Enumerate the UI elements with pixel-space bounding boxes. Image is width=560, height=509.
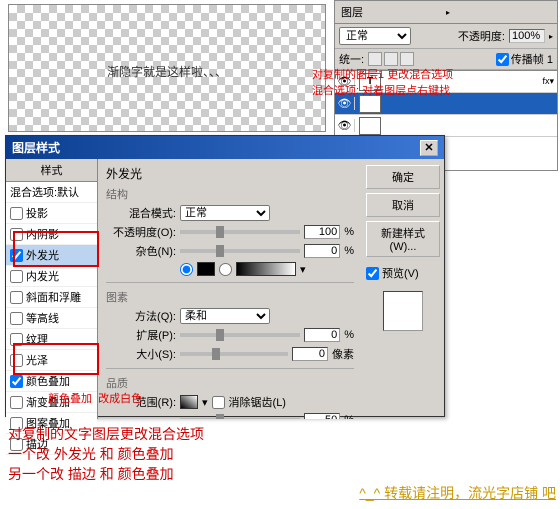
layers-tab[interactable]: 图层▸ (335, 1, 557, 24)
lock-icons[interactable] (368, 52, 414, 66)
annotation: 混合选项: 对着图层点右键找 (312, 82, 450, 98)
propagate-frame[interactable]: 传播帧 1 (496, 51, 553, 67)
style-blend-default[interactable]: 混合选项:默认 (6, 182, 97, 203)
style-drop-shadow[interactable]: 投影 (6, 203, 97, 224)
opacity-slider[interactable] (180, 230, 300, 234)
dialog-titlebar[interactable]: 图层样式 ✕ (6, 136, 444, 159)
visibility-icon[interactable]: 👁 (335, 97, 355, 110)
layer-item[interactable]: 👁 (335, 115, 557, 137)
canvas: 渐隐字就是这样啦、、、 (8, 4, 326, 132)
canvas-text: 渐隐字就是这样啦、、、 (107, 63, 227, 80)
technique-select[interactable]: 柔和 (180, 308, 270, 324)
style-inner-glow[interactable]: 内发光 (6, 266, 97, 287)
noise-input[interactable]: 0 (304, 244, 340, 258)
opacity-value[interactable]: 100% (509, 29, 545, 43)
lock-label: 统一: (339, 51, 364, 67)
new-style-button[interactable]: 新建样式(W)... (366, 221, 440, 257)
instruction-1: 对复制的文字图层更改混合选项 (8, 424, 204, 444)
gradient-swatch[interactable] (236, 262, 296, 276)
preview-swatch (383, 291, 423, 331)
highlight-box (13, 231, 99, 267)
cancel-button[interactable]: 取消 (366, 193, 440, 217)
sub-quality: 品质 (106, 375, 354, 391)
panel-menu-icon[interactable]: ▸ (446, 8, 551, 17)
visibility-icon[interactable]: 👁 (335, 119, 355, 132)
opacity-label: 不透明度: (458, 28, 505, 44)
section-title: 外发光 (106, 165, 354, 182)
gradient-radio[interactable] (219, 263, 232, 276)
style-contour[interactable]: 等高线 (6, 308, 97, 329)
styles-header: 样式 (6, 159, 97, 182)
contour-picker[interactable] (180, 395, 198, 409)
size-slider[interactable] (180, 352, 288, 356)
annotation: 对复制的图层1 更改混合选项 (312, 66, 453, 82)
style-bevel[interactable]: 斜面和浮雕 (6, 287, 97, 308)
range-slider[interactable] (180, 418, 300, 419)
spread-input[interactable]: 0 (304, 328, 340, 342)
size-input[interactable]: 0 (292, 347, 328, 361)
annotation: 颜色叠加 改成白色 (48, 390, 142, 406)
spread-slider[interactable] (180, 333, 300, 337)
sub-elements: 图素 (106, 289, 354, 305)
layer-thumb (359, 117, 381, 135)
preview-check[interactable]: 预览(V) (366, 265, 440, 281)
close-icon[interactable]: ✕ (420, 140, 438, 156)
credit-text: ^_^ 转载请注明，流光字店铺 吧 (359, 483, 556, 503)
sub-structure: 结构 (106, 186, 354, 202)
ok-button[interactable]: 确定 (366, 165, 440, 189)
highlight-box (13, 343, 99, 375)
blend-mode-select[interactable]: 正常 (339, 27, 411, 45)
color-radio[interactable] (180, 263, 193, 276)
range-input[interactable]: 50 (304, 413, 340, 419)
instruction-2: 一个改 外发光 和 颜色叠加 (8, 444, 174, 464)
color-swatch[interactable] (197, 262, 215, 276)
blend-mode-field[interactable]: 正常 (180, 205, 270, 221)
opacity-input[interactable]: 100 (304, 225, 340, 239)
antialias-check[interactable] (212, 396, 225, 409)
instruction-3: 另一个改 描边 和 颜色叠加 (8, 464, 174, 484)
noise-slider[interactable] (180, 249, 300, 253)
